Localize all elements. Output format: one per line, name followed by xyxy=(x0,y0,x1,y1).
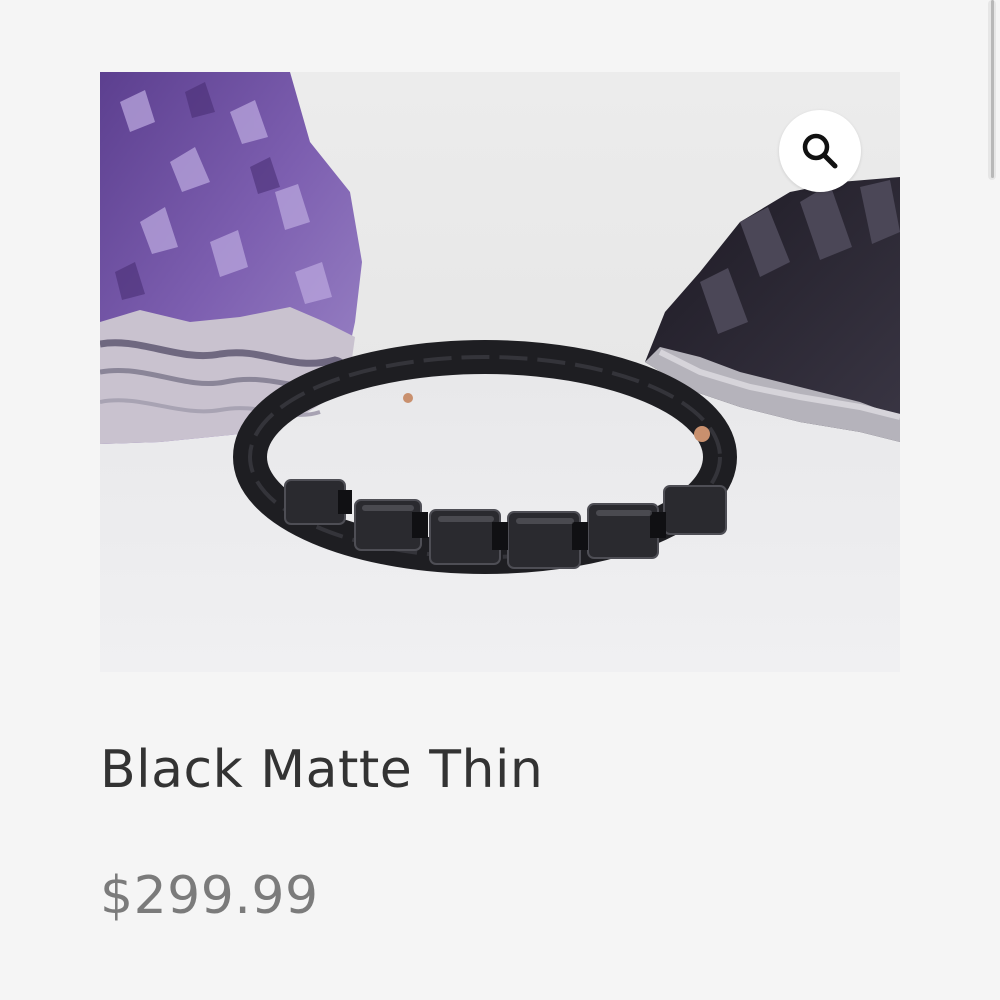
scrollbar[interactable] xyxy=(988,0,996,180)
search-icon xyxy=(802,133,838,169)
product-title: Black Matte Thin xyxy=(100,740,544,800)
product-page: Black Matte Thin $299.99 xyxy=(0,0,1000,1000)
product-price: $299.99 xyxy=(100,866,319,926)
scrollbar-thumb[interactable] xyxy=(991,0,994,178)
zoom-button[interactable] xyxy=(779,110,861,192)
